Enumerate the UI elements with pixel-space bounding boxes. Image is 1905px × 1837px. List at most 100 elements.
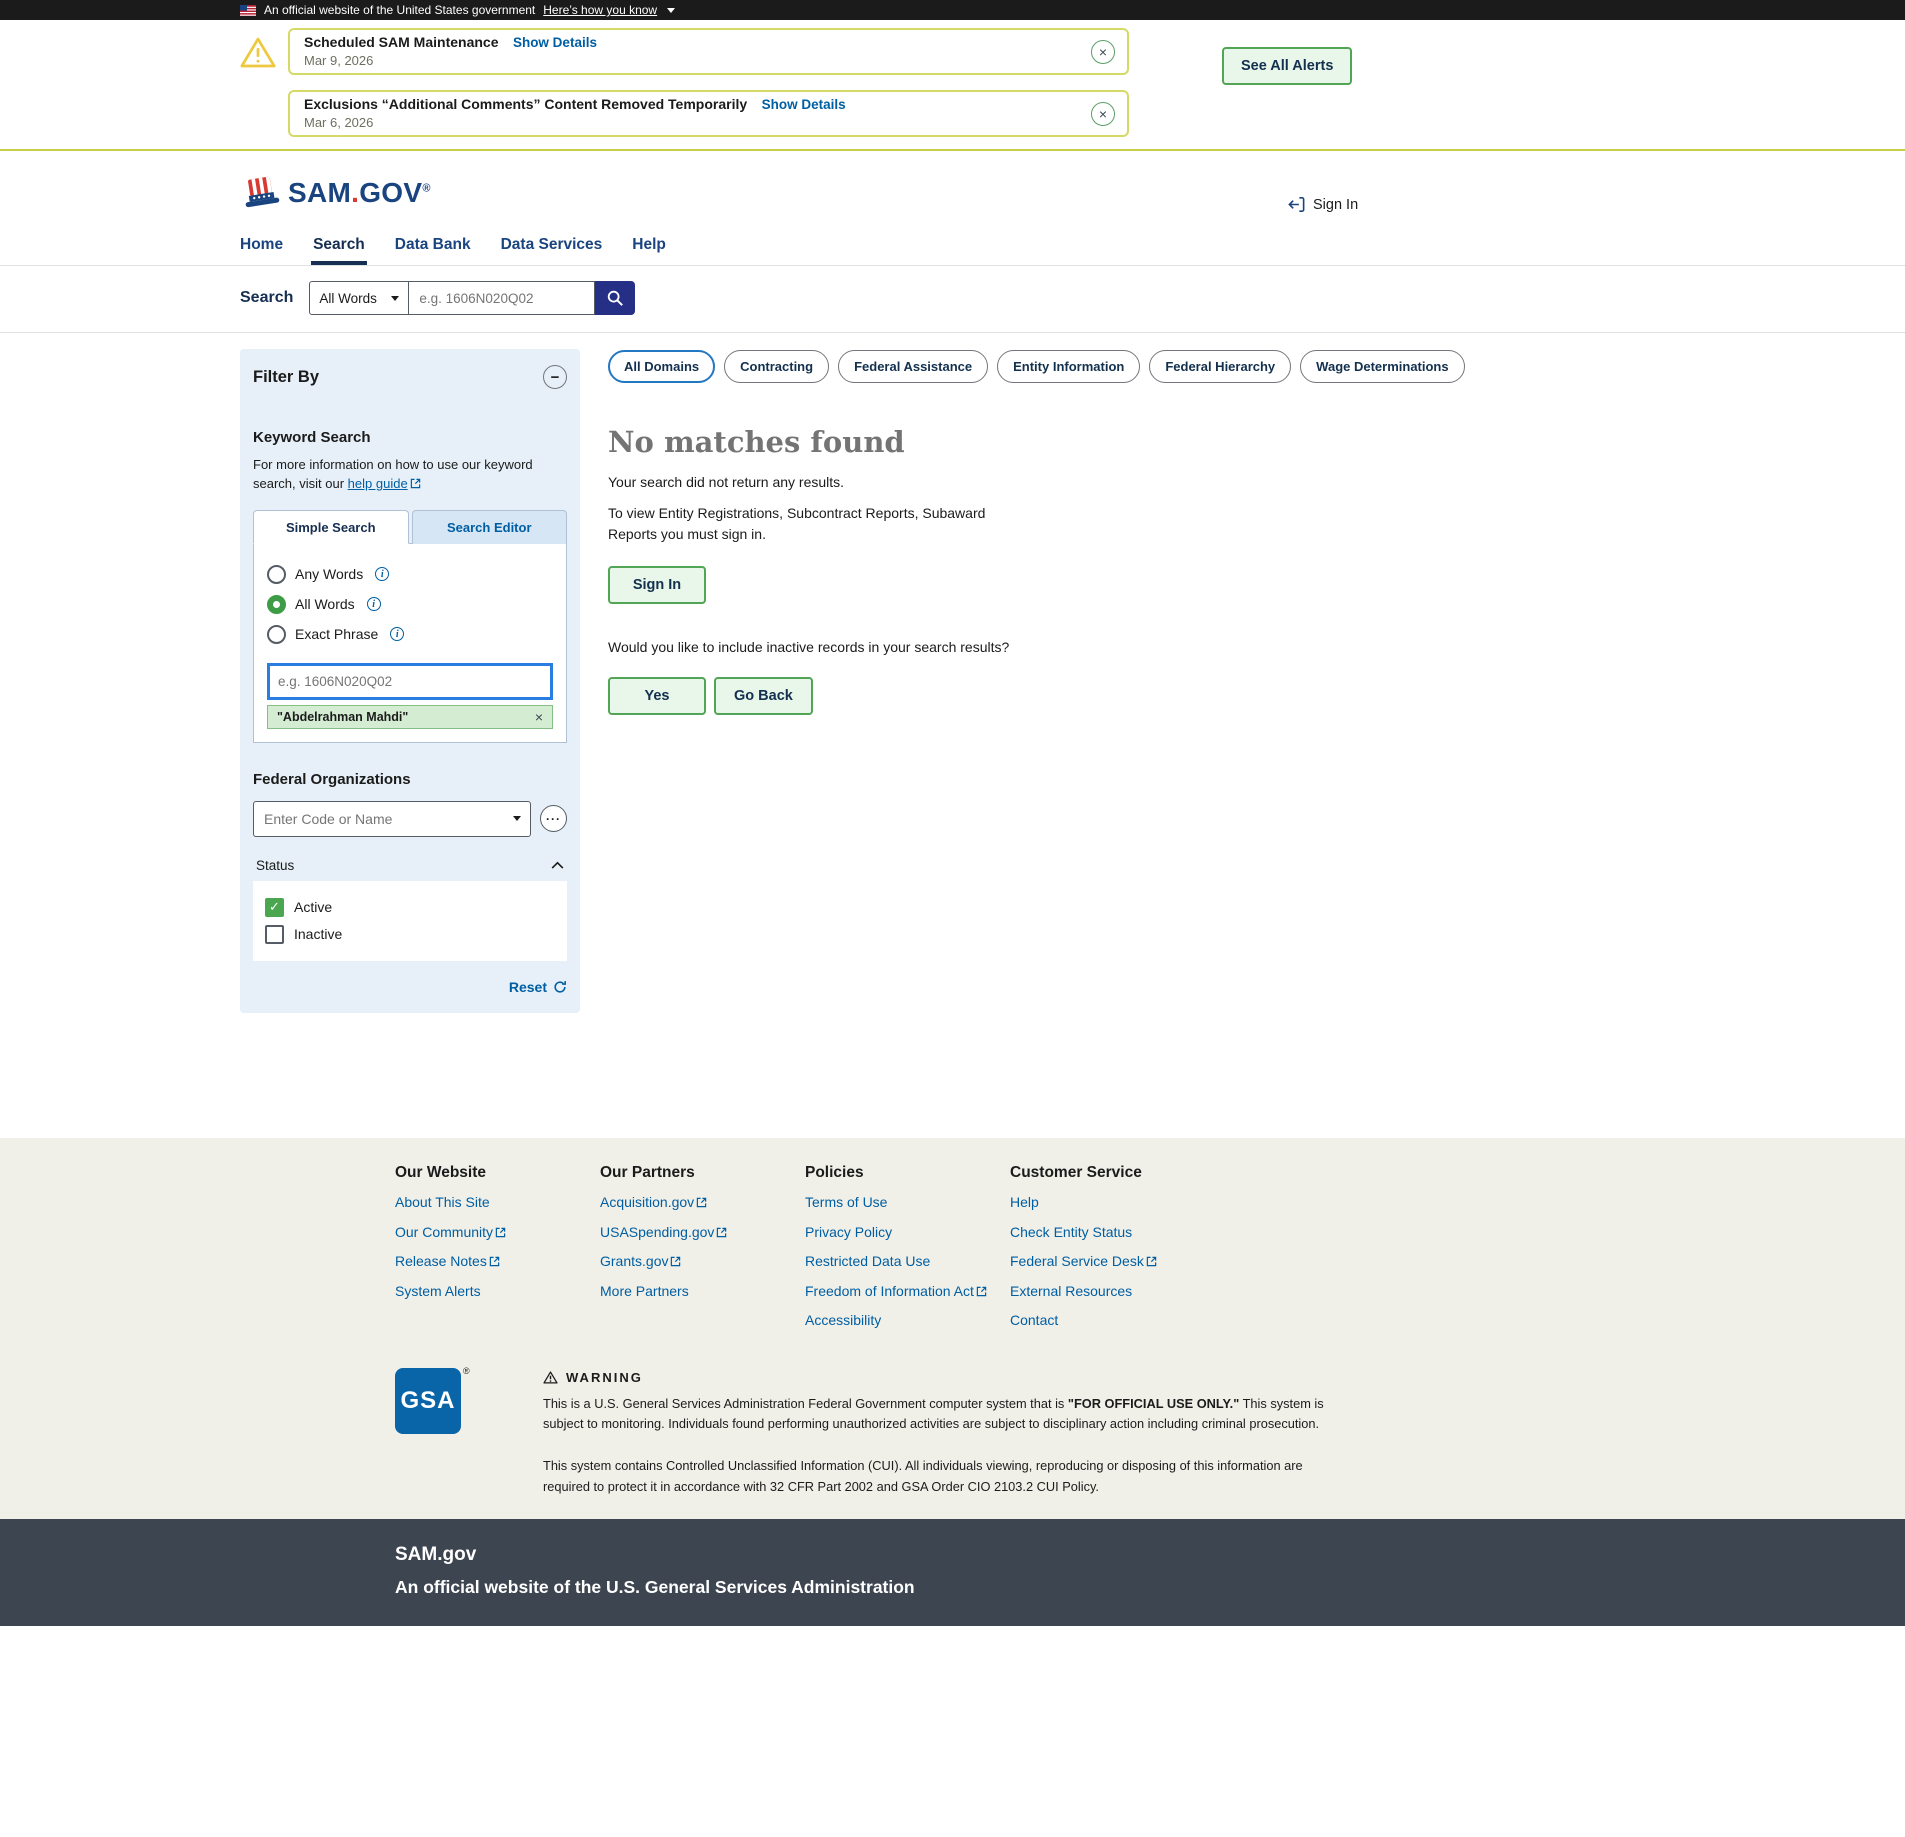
- external-link-icon: [410, 478, 421, 489]
- info-icon[interactable]: [390, 627, 404, 641]
- search-input[interactable]: [409, 281, 595, 315]
- chevron-down-icon: [513, 816, 521, 821]
- footer-link-check-entity-status[interactable]: Check Entity Status: [1010, 1224, 1215, 1242]
- status-heading: Status: [256, 858, 294, 873]
- nav-item-home[interactable]: Home: [238, 227, 285, 265]
- radio-checked-icon: [267, 595, 286, 614]
- uncle-sam-hat-icon: [240, 175, 282, 211]
- nav-item-data-bank[interactable]: Data Bank: [393, 227, 473, 265]
- external-link-icon: [495, 1227, 506, 1238]
- us-flag-icon: [240, 5, 256, 16]
- footer-official-line: An official website of the U.S. General …: [395, 1577, 1905, 1598]
- samgov-page: An official website of the United States…: [0, 0, 1905, 1626]
- footer-link-our-community[interactable]: Our Community: [395, 1224, 600, 1242]
- tab-search-editor[interactable]: Search Editor: [412, 510, 568, 544]
- federal-organizations-combobox[interactable]: Enter Code or Name: [253, 801, 531, 837]
- footer-link-federal-service-desk[interactable]: Federal Service Desk: [1010, 1253, 1215, 1271]
- go-back-button[interactable]: Go Back: [714, 677, 813, 715]
- footer-link-more-partners[interactable]: More Partners: [600, 1283, 805, 1301]
- info-icon[interactable]: [375, 567, 389, 581]
- footer-link-acquisition-gov[interactable]: Acquisition.gov: [600, 1194, 805, 1212]
- footer-link-help[interactable]: Help: [1010, 1194, 1215, 1212]
- chevron-down-icon: [667, 8, 675, 13]
- footer-column-our-website: Our Website About This Site Our Communit…: [395, 1152, 600, 1342]
- external-link-icon: [976, 1286, 987, 1297]
- footer-link-accessibility[interactable]: Accessibility: [805, 1312, 1010, 1330]
- see-all-alerts-button[interactable]: See All Alerts: [1222, 47, 1352, 85]
- brand-text: SAM.GOV®: [288, 177, 431, 209]
- radio-exact-phrase[interactable]: Exact Phrase: [267, 625, 553, 644]
- footer-column-our-partners: Our Partners Acquisition.gov USASpending…: [600, 1152, 805, 1342]
- sign-in-button[interactable]: Sign In: [608, 566, 706, 604]
- nav-item-search[interactable]: Search: [311, 227, 367, 265]
- domain-pill-all-domains[interactable]: All Domains: [608, 350, 715, 383]
- show-details-link[interactable]: Show Details: [513, 35, 597, 50]
- footer-link-external-resources[interactable]: External Resources: [1010, 1283, 1215, 1301]
- radio-any-words[interactable]: Any Words: [267, 565, 553, 584]
- alert-close-button[interactable]: [1091, 40, 1115, 64]
- footer-link-contact[interactable]: Contact: [1010, 1312, 1215, 1330]
- footer-link-about-this-site[interactable]: About This Site: [395, 1194, 600, 1212]
- more-options-button[interactable]: [540, 805, 567, 832]
- domain-pill-federal-assistance[interactable]: Federal Assistance: [838, 350, 988, 383]
- tab-simple-search[interactable]: Simple Search: [253, 510, 409, 544]
- collapse-filters-button[interactable]: [543, 365, 567, 389]
- status-accordion-header[interactable]: Status: [253, 853, 567, 881]
- show-details-link[interactable]: Show Details: [762, 97, 846, 112]
- footer-link-restricted-data-use[interactable]: Restricted Data Use: [805, 1253, 1010, 1271]
- footer-link-foia[interactable]: Freedom of Information Act: [805, 1283, 1010, 1301]
- domain-pill-federal-hierarchy[interactable]: Federal Hierarchy: [1149, 350, 1291, 383]
- keyword-input[interactable]: [267, 663, 553, 700]
- external-link-icon: [1146, 1256, 1157, 1267]
- warning-block: WARNING This is a U.S. General Services …: [543, 1368, 1343, 1498]
- heres-how-you-know-link[interactable]: Here’s how you know: [543, 3, 657, 17]
- reset-filters-link[interactable]: Reset: [509, 979, 547, 995]
- status-inactive-option[interactable]: Inactive: [265, 925, 555, 944]
- domain-pill-contracting[interactable]: Contracting: [724, 350, 829, 383]
- footer-link-privacy-policy[interactable]: Privacy Policy: [805, 1224, 1010, 1242]
- keyword-search-heading: Keyword Search: [253, 429, 567, 446]
- gsa-logo: GSA: [395, 1368, 461, 1434]
- footer-link-terms-of-use[interactable]: Terms of Use: [805, 1194, 1010, 1212]
- nav-item-help[interactable]: Help: [630, 227, 668, 265]
- search-icon: [606, 289, 624, 307]
- external-link-icon: [670, 1256, 681, 1267]
- close-icon: [1099, 107, 1107, 121]
- alert-date: Mar 6, 2026: [304, 115, 1113, 130]
- footer-link-usaspending-gov[interactable]: USASpending.gov: [600, 1224, 805, 1242]
- domain-pill-entity-information[interactable]: Entity Information: [997, 350, 1140, 383]
- status-inactive-label: Inactive: [294, 926, 342, 942]
- alert-list: Scheduled SAM Maintenance Show Details M…: [288, 28, 1129, 137]
- status-active-option[interactable]: Active: [265, 898, 555, 917]
- alert-close-button[interactable]: [1091, 102, 1115, 126]
- footer-link-system-alerts[interactable]: System Alerts: [395, 1283, 600, 1301]
- status-options: Active Inactive: [253, 881, 567, 961]
- search-type-select[interactable]: All Words: [309, 281, 409, 315]
- external-link-icon: [696, 1197, 707, 1208]
- radio-all-words[interactable]: All Words: [267, 595, 553, 614]
- domain-pill-wage-determinations[interactable]: Wage Determinations: [1300, 350, 1464, 383]
- sign-in-note: To view Entity Registrations, Subcontrac…: [608, 503, 1028, 545]
- ellipsis-icon: [546, 812, 561, 826]
- external-link-icon: [716, 1227, 727, 1238]
- chip-remove-icon[interactable]: [535, 709, 543, 725]
- radio-any-words-label: Any Words: [295, 566, 363, 582]
- yes-button[interactable]: Yes: [608, 677, 706, 715]
- alert-title: Scheduled SAM Maintenance: [304, 34, 498, 50]
- chevron-down-icon: [391, 296, 399, 301]
- samgov-logo[interactable]: SAM.GOV®: [240, 175, 1905, 211]
- info-icon[interactable]: [367, 597, 381, 611]
- inactive-records-question: Would you like to include inactive recor…: [608, 639, 1905, 655]
- keyword-tabs: Simple Search Search Editor: [253, 510, 567, 543]
- footer-column-policies: Policies Terms of Use Privacy Policy Res…: [805, 1152, 1010, 1342]
- nav-item-data-services[interactable]: Data Services: [499, 227, 605, 265]
- search-submit-button[interactable]: [595, 281, 635, 315]
- checkbox-unchecked-icon: [265, 925, 284, 944]
- help-guide-link[interactable]: help guide: [348, 476, 421, 491]
- footer-site-name: SAM.gov: [395, 1544, 1905, 1566]
- sign-in-link[interactable]: Sign In: [1287, 195, 1358, 214]
- status-active-label: Active: [294, 899, 332, 915]
- warning-title: WARNING: [566, 1370, 643, 1385]
- footer-link-grants-gov[interactable]: Grants.gov: [600, 1253, 805, 1271]
- footer-link-release-notes[interactable]: Release Notes: [395, 1253, 600, 1271]
